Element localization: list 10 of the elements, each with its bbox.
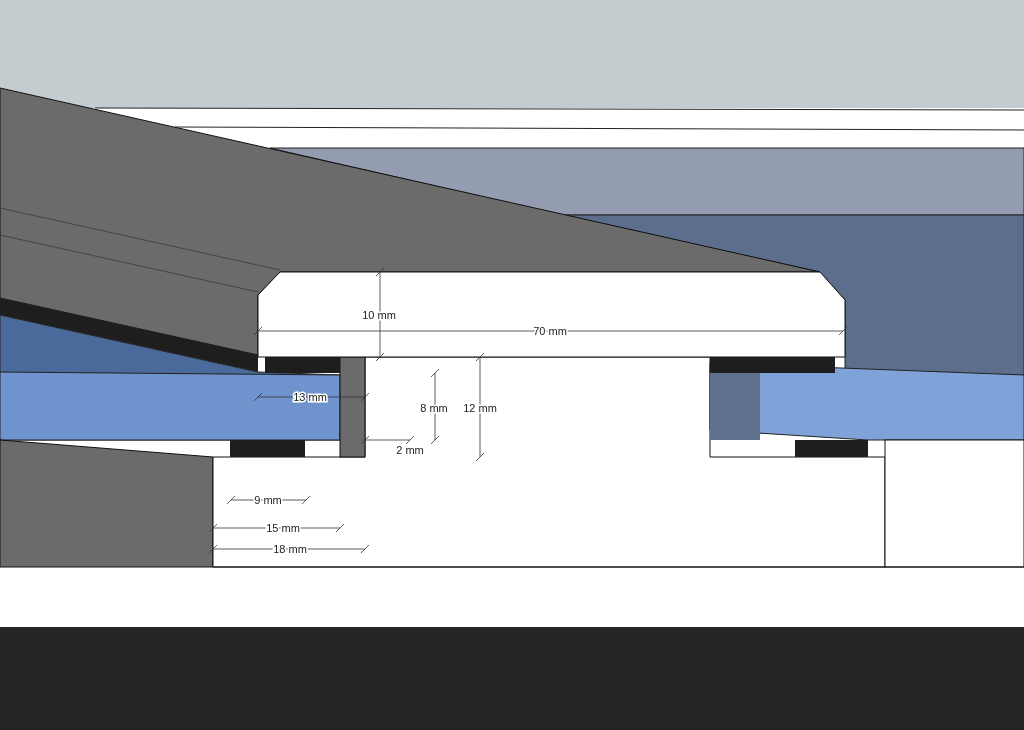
dimension-label: 9 mm: [254, 494, 282, 506]
dimension-label: 70 mm: [533, 325, 567, 337]
dimension-label: 13 mm: [293, 391, 327, 403]
dimension-label: 2 mm: [396, 444, 424, 456]
dimension-label: 18 mm: [273, 543, 307, 555]
dimension-label: 15 mm: [266, 522, 300, 534]
dimension-label: 8 mm: [420, 402, 448, 414]
dimension-line: [360, 435, 415, 445]
dimension-label: 10 mm: [362, 309, 396, 321]
dimension-label: 12 mm: [463, 402, 497, 414]
